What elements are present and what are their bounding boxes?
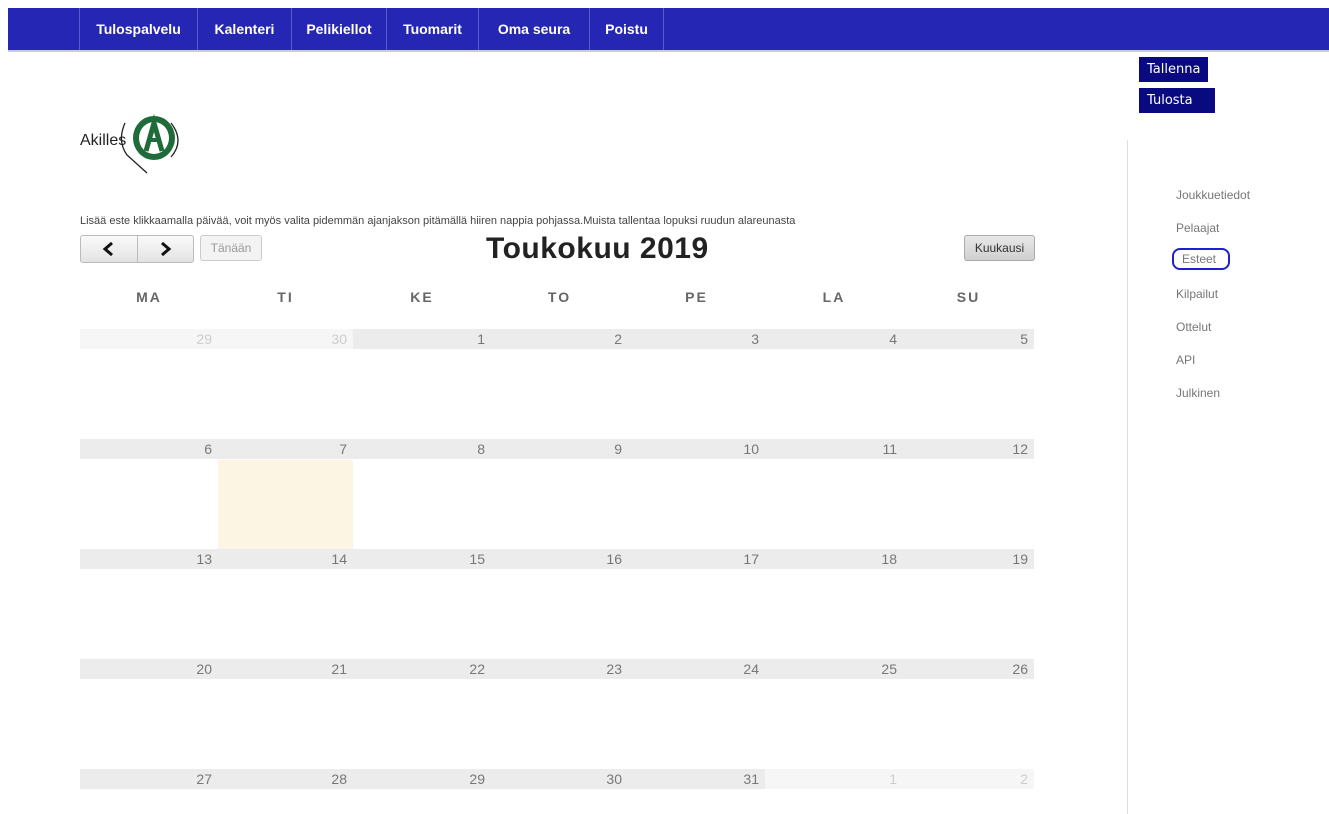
day-number: 19: [1012, 551, 1028, 567]
side-item-kilpailut[interactable]: Kilpailut: [1176, 287, 1218, 301]
weekday-ti: TI: [277, 289, 294, 305]
day-number: 2: [1020, 771, 1028, 787]
sidebar-divider: [1127, 140, 1128, 814]
chevron-left-icon: [102, 242, 113, 256]
day-number: 18: [881, 551, 897, 567]
day-number: 1: [477, 331, 485, 347]
day-number: 14: [331, 551, 347, 567]
side-item-api[interactable]: API: [1176, 353, 1195, 367]
side-item-ottelut[interactable]: Ottelut: [1176, 320, 1211, 334]
day-number: 3: [751, 331, 759, 347]
day-number: 23: [606, 661, 622, 677]
day-number: 7: [339, 441, 347, 457]
weekday-to: TO: [547, 289, 572, 305]
day-number: 20: [196, 661, 212, 677]
nav-oma-seura[interactable]: Oma seura: [478, 8, 589, 50]
side-item-esteet[interactable]: Esteet: [1172, 248, 1231, 270]
weekday-su: SU: [956, 289, 981, 305]
day-number: 5: [1020, 331, 1028, 347]
day-number: 29: [196, 331, 212, 347]
day-number: 22: [469, 661, 485, 677]
weekday-pe: PE: [685, 289, 708, 305]
side-item-julkinen[interactable]: Julkinen: [1176, 386, 1220, 400]
nav-underline: [8, 50, 1329, 52]
day-number: 4: [889, 331, 897, 347]
nav-tuomarit[interactable]: Tuomarit: [386, 8, 478, 50]
nav-kalenteri[interactable]: Kalenteri: [197, 8, 291, 50]
prev-month-button[interactable]: [81, 236, 138, 262]
weekday-la: LA: [822, 289, 846, 305]
next-month-button[interactable]: [138, 236, 194, 262]
day-number: 10: [743, 441, 759, 457]
today-button[interactable]: Tänään: [200, 235, 262, 261]
nav-poistu[interactable]: Poistu: [589, 8, 664, 50]
day-number: 30: [606, 771, 622, 787]
day-number: 30: [331, 331, 347, 347]
day-number: 1: [889, 771, 897, 787]
day-number: 24: [743, 661, 759, 677]
day-number: 8: [477, 441, 485, 457]
day-number: 21: [331, 661, 347, 677]
nav-tulospalvelu[interactable]: Tulospalvelu: [79, 8, 197, 50]
day-number: 9: [614, 441, 622, 457]
day-number: 13: [196, 551, 212, 567]
day-number: 25: [881, 661, 897, 677]
calendar-title: Toukokuu 2019: [486, 232, 709, 265]
day-number: 16: [606, 551, 622, 567]
print-button[interactable]: Tulosta: [1139, 88, 1215, 113]
day-number: 27: [196, 771, 212, 787]
today-highlight-cell[interactable]: [218, 460, 353, 549]
day-number: 15: [469, 551, 485, 567]
instruction-text: Lisää este klikkaamalla päivää, voit myö…: [80, 215, 796, 227]
day-number: 26: [1012, 661, 1028, 677]
club-logo-icon: [120, 113, 179, 174]
chevron-right-icon: [161, 242, 172, 256]
main-nav: Tulospalvelu Kalenteri Pelikiellot Tuoma…: [79, 8, 664, 50]
prev-next-group: [80, 235, 194, 263]
day-number: 12: [1012, 441, 1028, 457]
side-item-joukkuetiedot[interactable]: Joukkuetiedot: [1176, 188, 1250, 202]
day-number: 6: [204, 441, 212, 457]
save-button[interactable]: Tallenna: [1139, 57, 1209, 82]
day-number: 2: [614, 331, 622, 347]
day-number: 31: [743, 771, 759, 787]
nav-pelikiellot[interactable]: Pelikiellot: [291, 8, 386, 50]
day-number: 28: [331, 771, 347, 787]
month-view-button[interactable]: Kuukausi: [964, 235, 1035, 261]
weekday-ma: MA: [136, 289, 162, 305]
day-number: 29: [469, 771, 485, 787]
day-number: 11: [882, 441, 897, 457]
side-item-pelaajat[interactable]: Pelaajat: [1176, 221, 1219, 235]
day-number: 17: [743, 551, 759, 567]
weekday-ke: KE: [410, 289, 434, 305]
